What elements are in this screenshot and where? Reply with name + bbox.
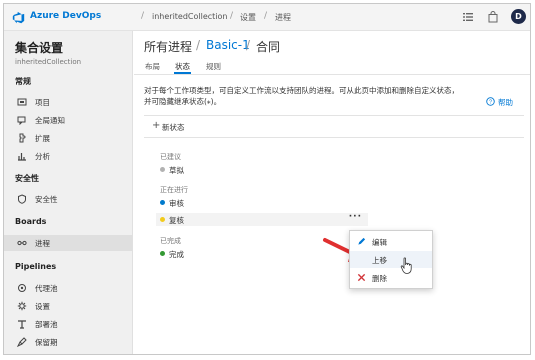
sidebar-item-label: 扩展 [35,134,50,143]
retention-icon [17,337,27,347]
state-color-dot [160,217,165,222]
breadcrumb-process-name[interactable]: Basic-1 [206,38,250,52]
sidebar-section-boards: Boards [15,217,47,226]
notifications-icon [17,116,26,125]
more-actions-icon[interactable]: ··· [349,212,362,222]
settings-icon [17,301,27,311]
sidebar-item-agent-pools[interactable]: 代理池 [4,280,132,296]
description-line: 对于每个工作项类型，可自定义工作流以支持团队的进程。可从此页中添加和删除自定义状… [144,86,459,95]
state-color-dot [160,167,165,172]
sidebar-item-extensions[interactable]: 扩展 [4,130,132,146]
state-category-proposed: 已建议 [160,153,181,161]
menu-item-label: 删除 [372,274,387,283]
analytics-icon [18,153,26,161]
hand-cursor-icon [400,257,412,274]
sidebar-section-general: 常规 [15,77,31,86]
list-icon[interactable] [462,11,474,23]
extensions-icon [19,133,26,143]
sidebar: 集合设置 inheritedCollection 常规 项目 全局通知 扩展 分… [4,31,133,354]
security-icon [18,194,26,204]
breadcrumb-all-processes[interactable]: 所有进程 [144,38,192,55]
breadcrumb-separator: / [230,11,234,21]
sidebar-item-global-notifications[interactable]: 全局通知 [4,112,132,128]
state-color-dot [160,200,165,205]
sidebar-item-label: 设置 [35,302,50,311]
avatar[interactable]: D [511,9,526,24]
help-icon: ? [486,97,495,106]
sidebar-title: 集合设置 [15,41,64,55]
agent-pools-icon [18,284,26,292]
sidebar-item-label: 保留期 [35,338,58,347]
sidebar-item-process[interactable]: 进程 [4,235,132,251]
state-category-completed: 已完成 [160,237,181,245]
state-label: 草拟 [169,166,184,175]
breadcrumb-settings[interactable]: 设置 [240,12,256,23]
tab-layout[interactable]: 布局 [145,61,160,72]
breadcrumb-separator: / [141,11,145,21]
state-label: 复核 [169,216,184,225]
toolbar-divider [144,137,524,138]
sidebar-item-settings[interactable]: 设置 [4,298,132,314]
description-line: 并可隐藏继承状态(⁎)。 [144,97,222,106]
brand-name[interactable]: Azure DevOps [30,11,101,21]
state-row[interactable]: 草拟 [156,163,368,176]
tab-states[interactable]: 状态 [175,61,190,72]
tab-rules[interactable]: 规则 [206,61,221,72]
sidebar-section-pipelines: Pipelines [15,262,57,271]
process-icon [17,240,27,246]
sidebar-item-deployment-pools[interactable]: 部署池 [4,316,132,332]
tabs-divider [134,74,530,75]
breadcrumb-separator: / [264,11,268,21]
menu-item-edit[interactable]: 编辑 [350,233,432,250]
page-title: 合同 [256,40,281,54]
breadcrumb-process[interactable]: 进程 [275,12,291,23]
svg-text:?: ? [489,100,492,106]
state-row[interactable]: 复核 ··· [156,212,368,226]
help-label: 帮助 [498,98,513,107]
sidebar-item-label: 全局通知 [35,116,65,125]
breadcrumb-collection[interactable]: inheritedCollection [152,12,228,21]
sidebar-item-retention[interactable]: 保留期 [4,334,132,350]
add-icon: + [152,120,161,131]
shopping-bag-icon[interactable] [487,11,499,23]
state-color-dot [160,251,165,256]
state-label: 完成 [169,250,184,259]
state-row[interactable]: 审核 [156,196,368,209]
menu-item-move-up[interactable]: 上移 [350,251,432,268]
state-label: 审核 [169,199,184,208]
page-description: 对于每个工作项类型，可自定义工作流以支持团队的进程。可从此页中添加和删除自定义状… [144,85,484,107]
delete-icon [357,273,366,282]
app-window: Azure DevOps / inheritedCollection / 设置 … [3,3,531,355]
sidebar-item-label: 部署池 [35,320,58,329]
main-content: 所有进程 / Basic-1 / 合同 布局 状态 规则 对于每个工作项类型，可… [134,31,530,354]
sidebar-item-label: 项目 [35,98,50,107]
sidebar-item-label: 代理池 [35,284,58,293]
sidebar-subtitle: inheritedCollection [15,58,82,66]
edit-icon [358,237,366,245]
new-state-label: 新状态 [162,123,185,132]
sidebar-item-label: 分析 [35,152,50,161]
azure-devops-logo-icon[interactable] [12,11,25,24]
sidebar-section-security: 安全性 [15,174,39,183]
menu-item-delete[interactable]: 删除 [350,269,432,286]
sidebar-item-projects[interactable]: 项目 [4,94,132,110]
projects-icon [17,98,27,106]
sidebar-item-analytics[interactable]: 分析 [4,148,132,164]
sidebar-item-security[interactable]: 安全性 [4,191,132,207]
menu-item-label: 编辑 [372,238,387,247]
sidebar-item-label: 安全性 [35,195,58,204]
context-menu: 编辑 上移 删除 [349,230,433,289]
sidebar-item-label: 进程 [35,239,50,248]
breadcrumb-separator: / [196,38,201,52]
deployment-pools-icon [18,320,26,329]
state-category-in-progress: 正在进行 [160,186,188,194]
top-bar: Azure DevOps / inheritedCollection / 设置 … [4,4,530,31]
menu-item-label: 上移 [372,256,387,265]
toolbar-divider [144,115,524,116]
breadcrumb-separator: / [246,38,251,52]
